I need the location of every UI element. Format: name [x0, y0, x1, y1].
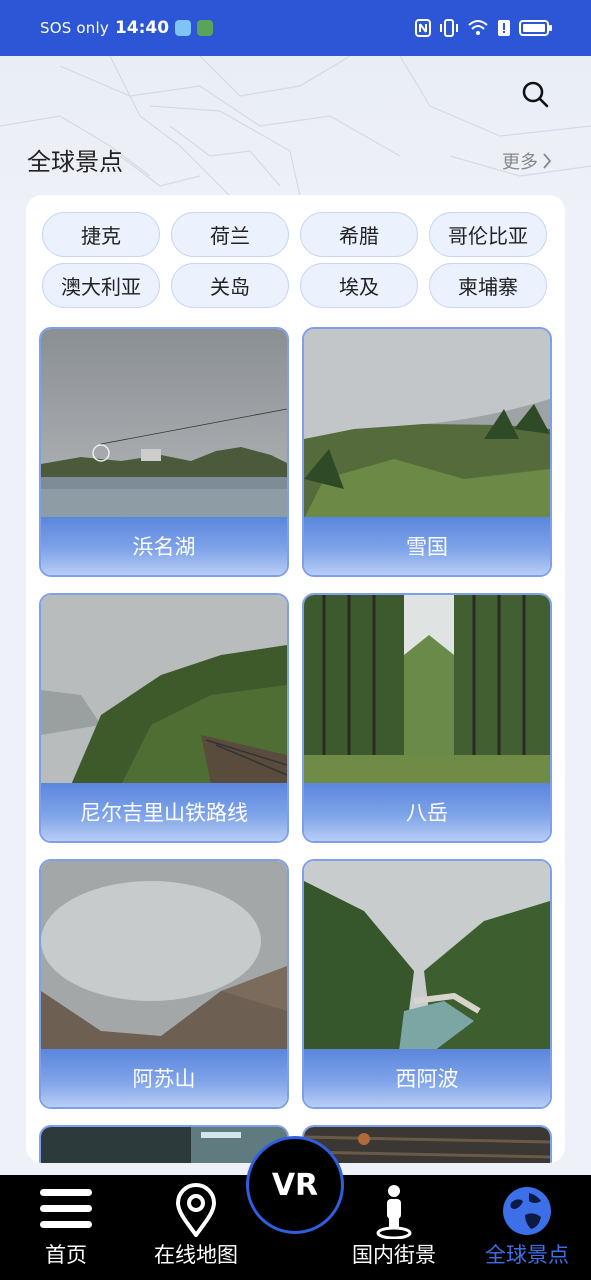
scenic-tile-partial[interactable] — [39, 1125, 289, 1163]
scenic-tile[interactable]: 西阿波 — [302, 859, 552, 1109]
wifi-icon — [468, 20, 488, 35]
status-bar: SOS only 14:40 — [0, 0, 591, 56]
scenic-tile[interactable]: 八岳 — [302, 593, 552, 843]
search-icon — [522, 81, 549, 108]
nfc-icon — [415, 19, 431, 37]
nav-label: 在线地图 — [154, 1243, 238, 1267]
country-chip[interactable]: 荷兰 — [171, 212, 289, 257]
scenic-name: 八岳 — [304, 783, 550, 841]
section-title: 全球景点 — [27, 148, 123, 176]
country-chip[interactable]: 澳大利亚 — [42, 263, 160, 308]
status-left: SOS only 14:40 — [40, 18, 214, 38]
scenic-photo — [304, 861, 550, 1051]
status-right — [415, 19, 553, 37]
scenic-tile[interactable]: 浜名湖 — [39, 327, 289, 577]
scenic-name: 雪国 — [304, 517, 550, 575]
map-lines — [0, 56, 591, 197]
nav-domestic-street[interactable]: 国内街景 — [344, 1175, 444, 1280]
nav-label: 国内街景 — [352, 1243, 436, 1267]
app-screen: SOS only 14:40 全球景点 更多 捷克 荷兰 希腊 哥伦比亚 澳大利… — [0, 0, 591, 1280]
country-chip[interactable]: 柬埔寨 — [429, 263, 547, 308]
scenic-name: 尼尔吉里山铁路线 — [41, 783, 287, 841]
scenic-tile[interactable]: 雪国 — [302, 327, 552, 577]
chevron-right-icon — [543, 153, 552, 169]
country-chips: 捷克 荷兰 希腊 哥伦比亚 澳大利亚 关岛 埃及 柬埔寨 — [42, 212, 548, 308]
scenic-photo — [41, 595, 287, 785]
scenic-tile[interactable]: 阿苏山 — [39, 859, 289, 1109]
nav-online-map[interactable]: 在线地图 — [146, 1175, 246, 1280]
notification-app-icon — [175, 20, 192, 36]
scenic-photo — [41, 329, 287, 519]
person-pin-icon — [376, 1185, 412, 1239]
map-background — [0, 56, 591, 216]
country-chip[interactable]: 捷克 — [42, 212, 160, 257]
nav-global-scenic[interactable]: 全球景点 — [477, 1175, 577, 1280]
globe-icon — [503, 1187, 551, 1235]
notification-app-icon — [197, 20, 214, 36]
scenic-name: 浜名湖 — [41, 517, 287, 575]
country-chip[interactable]: 哥伦比亚 — [429, 212, 547, 257]
scenic-photo — [304, 595, 550, 785]
scenic-name: 西阿波 — [304, 1049, 550, 1107]
scenic-name: 阿苏山 — [41, 1049, 287, 1107]
scenic-photo — [41, 1127, 287, 1163]
battery-icon — [519, 20, 552, 36]
nav-label: 全球景点 — [485, 1243, 569, 1267]
country-chip[interactable]: 关岛 — [171, 263, 289, 308]
country-chip[interactable]: 埃及 — [300, 263, 418, 308]
country-chip[interactable]: 希腊 — [300, 212, 418, 257]
scenic-tile[interactable]: 尼尔吉里山铁路线 — [39, 593, 289, 843]
scenic-grid: 浜名湖 雪国 尼尔吉里山铁路线 八岳 阿苏山 西阿波 — [39, 327, 552, 1163]
vr-button[interactable]: VR — [246, 1136, 344, 1234]
more-link[interactable]: 更多 — [502, 148, 552, 174]
carrier-text: SOS only — [40, 19, 109, 37]
scenic-photo — [41, 861, 287, 1051]
nav-label: 首页 — [45, 1243, 87, 1267]
scenic-card: 捷克 荷兰 希腊 哥伦比亚 澳大利亚 关岛 埃及 柬埔寨 浜名湖 雪国 尼尔吉里… — [26, 195, 565, 1163]
vibrate-icon — [440, 19, 458, 37]
menu-icon — [40, 1189, 92, 1228]
alert-icon — [498, 20, 510, 36]
scenic-photo — [304, 329, 550, 519]
scenic-photo — [304, 1127, 550, 1163]
scenic-tile-partial[interactable] — [302, 1125, 552, 1163]
search-button[interactable] — [516, 75, 554, 113]
location-pin-icon — [175, 1183, 217, 1237]
more-label: 更多 — [502, 152, 538, 173]
clock: 14:40 — [114, 18, 170, 38]
nav-home[interactable]: 首页 — [24, 1175, 108, 1280]
